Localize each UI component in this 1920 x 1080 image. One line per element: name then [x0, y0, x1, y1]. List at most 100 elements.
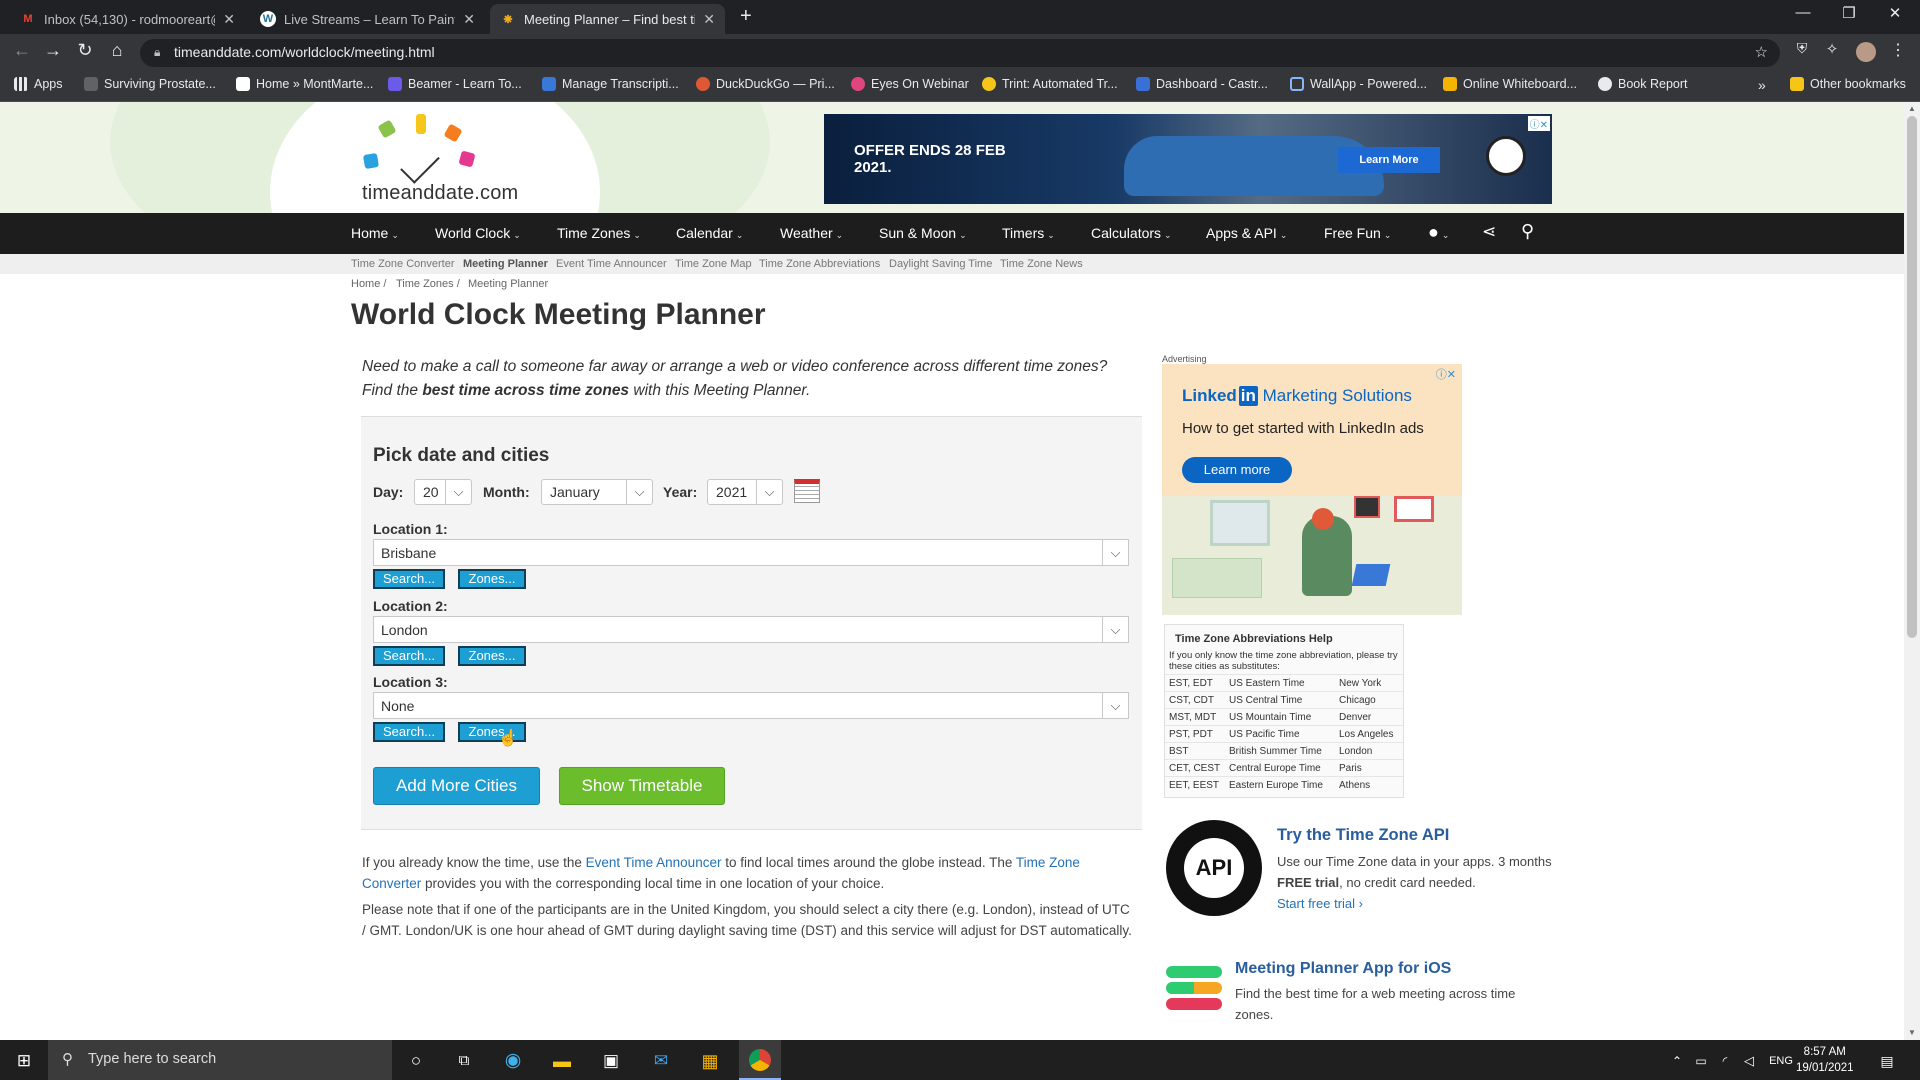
address-bar[interactable]: 🔒︎ timeanddate.com/worldclock/meeting.ht… [140, 39, 1780, 67]
location-3-search-button[interactable]: Search... [373, 722, 445, 742]
event-time-announcer-link[interactable]: Event Time Announcer [586, 855, 722, 870]
nav-timers[interactable]: Timers ⌄ [1002, 225, 1055, 241]
close-icon[interactable]: ✕ [703, 11, 715, 28]
other-bookmarks[interactable]: Other bookmarks [1790, 77, 1906, 91]
chrome-taskbar-button[interactable] [739, 1040, 781, 1080]
app-tiles-icon[interactable]: ▦ [699, 1050, 721, 1072]
edge-icon[interactable]: ◉ [502, 1050, 524, 1072]
nav-calculators[interactable]: Calculators ⌄ [1091, 225, 1172, 241]
reload-icon[interactable]: ↻ [73, 40, 97, 61]
start-free-trial-link[interactable]: Start free trial › [1277, 893, 1363, 914]
year-select[interactable]: 2021 ⌵ [707, 479, 783, 505]
calendar-icon[interactable] [794, 479, 820, 503]
tray-device-icon[interactable]: ▭ [1690, 1050, 1712, 1072]
bookmark-item[interactable]: Book Report [1598, 77, 1687, 91]
task-view-icon[interactable]: ⧉ [453, 1050, 475, 1072]
nav-sun-moon[interactable]: Sun & Moon ⌄ [879, 225, 967, 241]
store-icon[interactable]: ▣ [600, 1050, 622, 1072]
location-3-select[interactable]: None ⌵ [373, 692, 1129, 719]
subnav-meeting-planner[interactable]: Meeting Planner [463, 258, 548, 270]
tab-gmail[interactable]: M Inbox (54,130) - rodmooreart@g ✕ [10, 4, 245, 34]
taskbar-clock[interactable]: 8:57 AM 19/01/2021 [1796, 1044, 1854, 1076]
location-2-select[interactable]: London ⌵ [373, 616, 1129, 643]
show-timetable-button[interactable]: Show Timetable [559, 767, 725, 805]
breadcrumb-time-zones[interactable]: Time Zones / [396, 278, 460, 290]
windows-start-icon[interactable]: ⊞ [13, 1050, 35, 1072]
close-icon[interactable]: ✕ [463, 11, 475, 28]
subnav-time-zone-converter[interactable]: Time Zone Converter [351, 258, 455, 270]
wifi-icon[interactable]: ◜ [1714, 1050, 1736, 1072]
profile-avatar[interactable] [1856, 42, 1876, 62]
add-more-cities-button[interactable]: Add More Cities [373, 767, 540, 805]
more-bookmarks-icon[interactable]: » [1758, 77, 1766, 93]
api-gear-icon[interactable]: API [1166, 820, 1262, 916]
ad-learn-more-button[interactable]: Learn More [1338, 147, 1440, 173]
subnav-time-zone-abbreviations[interactable]: Time Zone Abbreviations [759, 258, 880, 270]
subnav-time-zone-news[interactable]: Time Zone News [1000, 258, 1083, 270]
scroll-up-icon[interactable]: ▲ [1908, 104, 1916, 113]
scrollbar-thumb[interactable] [1907, 116, 1917, 638]
puzzle-icon[interactable]: ✧ [1820, 40, 1844, 58]
bookmark-item[interactable]: Home » MontMarte... [236, 77, 373, 91]
window-close-icon[interactable]: ✕ [1872, 4, 1918, 22]
api-promo-title[interactable]: Try the Time Zone API [1277, 826, 1449, 845]
bookmark-item[interactable]: Dashboard - Castr... [1136, 77, 1268, 91]
notifications-icon[interactable]: ▤ [1876, 1050, 1898, 1072]
month-select[interactable]: January ⌵ [541, 479, 653, 505]
location-2-zones-button[interactable]: Zones... [458, 646, 526, 666]
star-icon[interactable]: ☆ [1755, 43, 1768, 61]
nav-weather[interactable]: Weather ⌄ [780, 225, 843, 241]
ad-learn-more-button[interactable]: Learn more [1182, 457, 1292, 483]
subnav-event-time-announcer[interactable]: Event Time Announcer [556, 258, 667, 270]
search-icon[interactable]: ⚲ [1521, 221, 1534, 242]
bookmark-item[interactable]: Beamer - Learn To... [388, 77, 522, 91]
bookmark-item[interactable]: Eyes On Webinar [851, 77, 969, 91]
breadcrumb-home[interactable]: Home / [351, 278, 386, 290]
scroll-down-icon[interactable]: ▼ [1908, 1028, 1916, 1037]
page-scrollbar[interactable]: ▲ ▼ [1904, 102, 1920, 1040]
linkedin-ad[interactable]: ⓘ✕ Linked in Marketing Solutions How to g… [1162, 364, 1462, 615]
nav-calendar[interactable]: Calendar ⌄ [676, 225, 743, 241]
nav-apps-api[interactable]: Apps & API ⌄ [1206, 225, 1287, 241]
share-icon[interactable]: ⋖ [1482, 222, 1496, 242]
back-icon[interactable]: ← [10, 40, 34, 61]
tray-chevron-up-icon[interactable]: ⌃ [1666, 1050, 1688, 1072]
new-tab-icon[interactable]: + [740, 5, 752, 28]
nav-world-clock[interactable]: World Clock ⌄ [435, 225, 521, 241]
mail-icon[interactable]: ✉ [650, 1050, 672, 1072]
nav-time-zones[interactable]: Time Zones ⌄ [557, 225, 641, 241]
subnav-time-zone-map[interactable]: Time Zone Map [675, 258, 752, 270]
nav-home[interactable]: Home ⌄ [351, 225, 399, 241]
bookmark-item[interactable]: Surviving Prostate... [84, 77, 216, 91]
minimize-icon[interactable]: — [1780, 4, 1826, 21]
extension-shield-icon[interactable]: ⛨ [1790, 40, 1814, 57]
location-1-select[interactable]: Brisbane ⌵ [373, 539, 1129, 566]
ad-close-icon[interactable]: ⓘ✕ [1436, 366, 1456, 382]
bookmark-item[interactable]: Manage Transcripti... [542, 77, 679, 91]
taskbar-search-input[interactable]: ⚲ Type here to search [48, 1040, 392, 1080]
ad-close-icon[interactable]: ⓘ✕ [1527, 116, 1550, 131]
subnav-daylight-saving-time[interactable]: Daylight Saving Time [889, 258, 992, 270]
location-1-zones-button[interactable]: Zones... [458, 569, 526, 589]
bmw-ad-banner[interactable]: OFFER ENDS 28 FEB 2021. Learn More ⓘ✕ [824, 114, 1552, 204]
bookmark-item[interactable]: Online Whiteboard... [1443, 77, 1577, 91]
account-icon[interactable]: ● ⌄ [1428, 222, 1449, 243]
menu-icon[interactable]: ⋮ [1886, 40, 1910, 60]
language-indicator[interactable]: ENG [1766, 1050, 1796, 1072]
nav-free-fun[interactable]: Free Fun ⌄ [1324, 225, 1391, 241]
bookmark-item[interactable]: Trint: Automated Tr... [982, 77, 1118, 91]
tab-live-streams[interactable]: W Live Streams – Learn To Paint Ac ✕ [250, 4, 485, 34]
forward-icon[interactable]: → [41, 40, 65, 61]
volume-icon[interactable]: ◁ [1738, 1050, 1760, 1072]
close-icon[interactable]: ✕ [223, 11, 235, 28]
bookmark-item[interactable]: DuckDuckGo — Pri... [696, 77, 835, 91]
bookmark-item[interactable]: WallApp - Powered... [1290, 77, 1427, 91]
home-icon[interactable]: ⌂ [105, 40, 129, 61]
location-2-search-button[interactable]: Search... [373, 646, 445, 666]
bookmark-apps[interactable]: Apps [14, 77, 63, 91]
restore-icon[interactable]: ❐ [1826, 4, 1872, 22]
cortana-icon[interactable]: ○ [405, 1050, 427, 1072]
file-explorer-icon[interactable]: ▬ [551, 1050, 573, 1072]
tab-meeting-planner[interactable]: ❋ Meeting Planner – Find best time ✕ [490, 4, 725, 34]
location-1-search-button[interactable]: Search... [373, 569, 445, 589]
